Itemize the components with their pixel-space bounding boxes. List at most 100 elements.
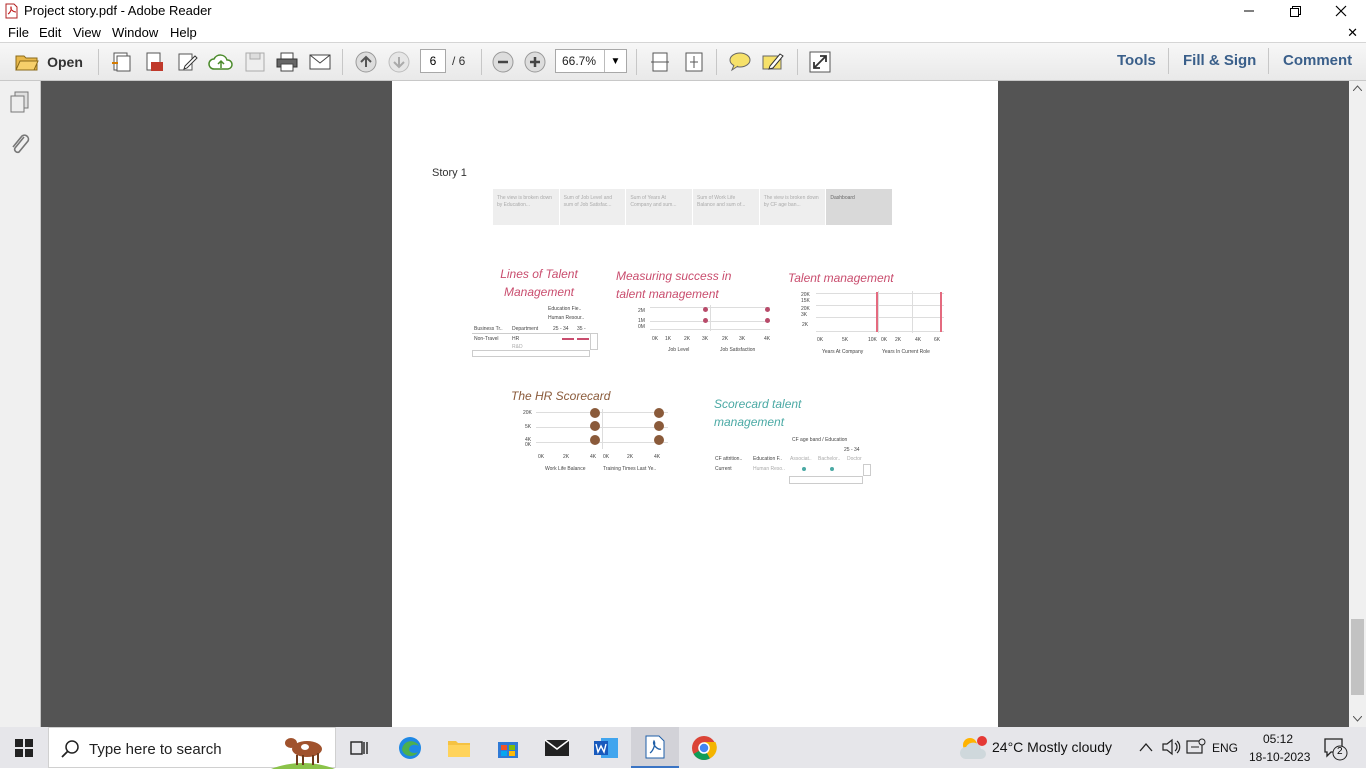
- export-pdf-button[interactable]: [140, 49, 168, 75]
- mail-app[interactable]: [533, 727, 581, 768]
- table-cell: Non-Travel: [474, 336, 499, 342]
- story-tab: The view is broken down by Education...: [493, 189, 560, 225]
- vertical-scrollbar[interactable]: [1349, 81, 1366, 727]
- attachment-icon[interactable]: [10, 133, 30, 157]
- previous-page-button[interactable]: [352, 49, 380, 75]
- table-cell: Human Reso..: [753, 466, 785, 472]
- edge-app[interactable]: [386, 727, 434, 768]
- scrollbar-thumb[interactable]: [1351, 619, 1364, 695]
- data-point: [654, 435, 664, 445]
- x-tick-label: 0K: [817, 337, 824, 343]
- x-tick-label: 3K: [702, 336, 709, 342]
- menu-window[interactable]: Window: [112, 25, 158, 40]
- network-icon[interactable]: [1186, 738, 1206, 756]
- minimize-button[interactable]: [1226, 0, 1272, 22]
- highlight-button[interactable]: [759, 49, 787, 75]
- add-comment-button[interactable]: [726, 49, 754, 75]
- store-app[interactable]: [484, 727, 532, 768]
- folder-icon: [15, 55, 39, 71]
- bar-mark: [940, 292, 942, 332]
- word-app[interactable]: [582, 727, 630, 768]
- fit-page-button[interactable]: [646, 49, 674, 75]
- next-page-button[interactable]: [385, 49, 413, 75]
- action-center-button[interactable]: 2: [1322, 735, 1348, 761]
- x-tick-label: 4K: [764, 336, 771, 342]
- taskbar-search[interactable]: Type here to search: [48, 727, 336, 769]
- page-total: / 6: [452, 54, 466, 68]
- toolbar-separator: [1168, 48, 1169, 74]
- header-cell: Associat..: [790, 456, 812, 462]
- comment-pane-button[interactable]: Comment: [1283, 52, 1352, 69]
- adobe-reader-app[interactable]: [631, 727, 679, 768]
- viz-title-measuring: Measuring success in talent management: [616, 269, 732, 301]
- y-tick-label: 2M: [638, 308, 645, 314]
- full-screen-button[interactable]: [806, 49, 834, 75]
- title-bar: Project story.pdf - Adobe Reader: [0, 0, 1366, 22]
- clock-time[interactable]: 05:12: [1263, 732, 1293, 746]
- fit-width-icon: [651, 52, 669, 72]
- data-point: [654, 421, 664, 431]
- task-view-button[interactable]: [336, 727, 384, 768]
- x-tick-label: 0K: [652, 336, 659, 342]
- cow-illustration-icon: [271, 738, 335, 769]
- story-tab: Sum of Years At Company and sum...: [626, 189, 694, 225]
- menu-help[interactable]: Help: [170, 25, 197, 40]
- x-axis-label: Job Level: [668, 347, 690, 353]
- header-cell: Education F..: [753, 456, 782, 462]
- x-tick-label: 4K: [915, 337, 922, 343]
- header-cell: Doctor: [847, 456, 862, 462]
- close-window-button[interactable]: [1318, 0, 1364, 22]
- page-number-input[interactable]: 6: [420, 49, 446, 73]
- open-button[interactable]: Open: [8, 49, 90, 75]
- start-button[interactable]: [0, 727, 48, 768]
- clock-date[interactable]: 18-10-2023: [1249, 750, 1310, 764]
- email-button[interactable]: [306, 49, 334, 75]
- windows-logo-icon: [15, 738, 33, 757]
- zoom-in-button[interactable]: [521, 49, 549, 75]
- story-tab: The view is broken down by CF age ban...: [760, 189, 827, 225]
- language-indicator[interactable]: ENG: [1212, 741, 1238, 755]
- minimize-icon: [1244, 10, 1254, 12]
- folder-icon: [448, 740, 470, 757]
- store-bag-icon: [498, 741, 518, 758]
- zoom-out-button[interactable]: [489, 49, 517, 75]
- toolbar-separator: [342, 49, 343, 75]
- close-document-icon[interactable]: ✕: [1347, 25, 1358, 41]
- toolbar-separator: [1268, 48, 1269, 74]
- story-tab: Sum of Job Level and sum of Job Satisfac…: [560, 189, 627, 225]
- page-thumbnails-icon[interactable]: [9, 91, 31, 113]
- fill-sign-pane-button[interactable]: Fill & Sign: [1183, 52, 1256, 69]
- file-explorer-app[interactable]: [435, 727, 483, 768]
- x-tick-label: 2K: [563, 454, 570, 460]
- menu-view[interactable]: View: [73, 25, 101, 40]
- speaker-icon[interactable]: [1161, 738, 1181, 756]
- create-pdf-button[interactable]: [107, 49, 135, 75]
- line-mark: [577, 338, 589, 340]
- fit-height-button[interactable]: [680, 49, 708, 75]
- weather-cloud-icon[interactable]: [958, 735, 988, 761]
- fit-page-icon: [685, 52, 703, 72]
- header-cell: Department: [512, 326, 539, 332]
- x-tick-label: 4K: [590, 454, 597, 460]
- weather-text[interactable]: 24°C Mostly cloudy: [992, 739, 1112, 755]
- grid-line: [816, 305, 944, 306]
- highlight-text-icon: [762, 53, 784, 70]
- chrome-app[interactable]: [680, 727, 728, 768]
- chevron-up-icon[interactable]: [1139, 742, 1153, 752]
- cloud-upload-button[interactable]: [206, 49, 236, 75]
- export-pdf-icon: [146, 52, 163, 71]
- scroll-down-icon[interactable]: [1353, 716, 1362, 722]
- comment-icon: [729, 52, 751, 72]
- zoom-select[interactable]: 66.7% ▼: [555, 49, 627, 73]
- chevron-down-icon[interactable]: ▼: [604, 50, 626, 72]
- window-title: Project story.pdf - Adobe Reader: [24, 3, 212, 18]
- restore-button[interactable]: [1272, 0, 1318, 22]
- scroll-up-icon[interactable]: [1353, 85, 1362, 91]
- menu-edit[interactable]: Edit: [39, 25, 61, 40]
- print-button[interactable]: [273, 49, 301, 75]
- open-label: Open: [47, 54, 83, 70]
- save-button[interactable]: [241, 49, 269, 75]
- menu-file[interactable]: File: [8, 25, 29, 40]
- edit-pdf-button[interactable]: [173, 49, 201, 75]
- tools-pane-button[interactable]: Tools: [1117, 52, 1156, 69]
